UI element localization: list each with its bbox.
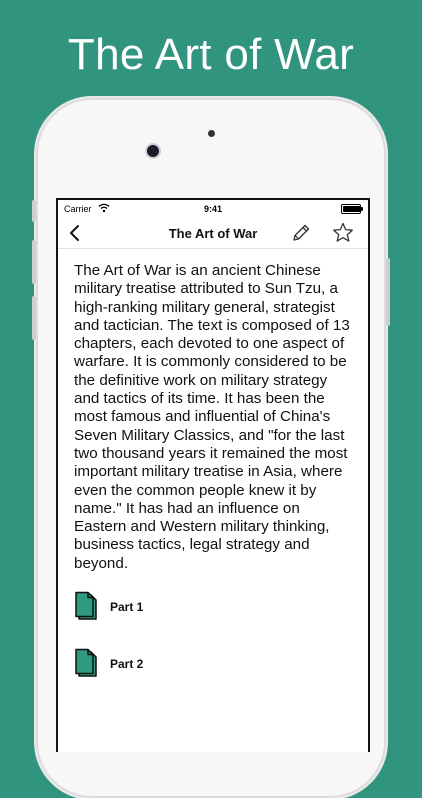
favorite-button[interactable] xyxy=(331,221,355,245)
part-label: Part 1 xyxy=(110,600,144,615)
document-icon xyxy=(74,648,98,678)
battery-icon xyxy=(341,204,363,214)
list-item-part-1[interactable]: Part 1 xyxy=(74,591,352,648)
book-description: The Art of War is an ancient Chinese mil… xyxy=(74,262,350,572)
app-screen: Carrier 9:41 The Art of War The Art of W… xyxy=(56,198,370,752)
part-label: Part 2 xyxy=(110,657,144,672)
front-camera xyxy=(147,145,159,157)
edit-button[interactable] xyxy=(290,222,312,244)
promo-headline: The Art of War xyxy=(67,30,355,79)
parts-list: Part 1 Part 2 xyxy=(74,591,352,705)
side-button xyxy=(32,200,36,222)
page-title: The Art of War xyxy=(168,226,258,241)
pencil-icon xyxy=(293,224,310,241)
earpiece xyxy=(208,130,215,137)
status-time: 9:41 xyxy=(203,204,222,214)
volume-up-button xyxy=(32,240,36,284)
volume-down-button xyxy=(32,296,36,340)
list-item-part-2[interactable]: Part 2 xyxy=(74,648,352,705)
document-icon xyxy=(74,591,98,621)
navigation-bar: The Art of War xyxy=(58,218,368,249)
content-area: The Art of War is an ancient Chinese mil… xyxy=(58,249,368,705)
star-icon xyxy=(333,222,353,242)
power-button xyxy=(386,258,390,326)
status-bar: Carrier 9:41 xyxy=(58,200,368,218)
